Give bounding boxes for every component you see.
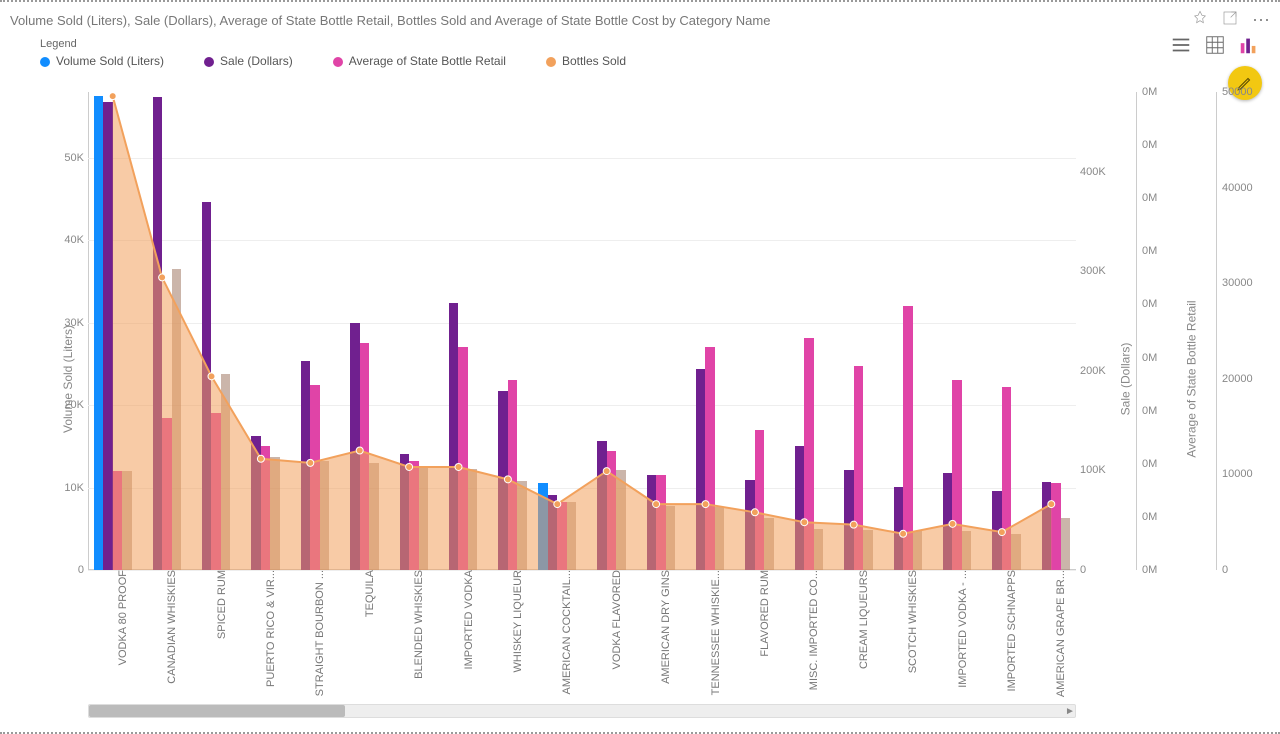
legend-swatch — [546, 57, 556, 67]
scrollbar-thumb[interactable] — [89, 705, 345, 717]
ytick-sale: 400K — [1080, 166, 1122, 178]
legend-item[interactable]: Average of State Bottle Retail — [333, 54, 506, 68]
y-axis-retail-tick: 40000 — [1222, 182, 1253, 194]
ytick-left: 50K — [50, 152, 84, 164]
legend-label: Average of State Bottle Retail — [349, 54, 506, 68]
x-tick-label: VODKA 80 PROOF — [117, 570, 129, 665]
ytick-sale: 0 — [1080, 564, 1122, 576]
ytick-left: 30K — [50, 317, 84, 329]
visual-container: Volume Sold (Liters), Sale (Dollars), Av… — [0, 0, 1280, 734]
x-tick-label: TENNESSEE WHISKIE... — [710, 570, 722, 695]
more-icon[interactable]: ⋯ — [1252, 15, 1270, 25]
y-axis-r2-tick: 0M — [1142, 192, 1157, 204]
x-tick-label: IMPORTED VODKA - ... — [957, 570, 969, 688]
legend-label: Bottles Sold — [562, 54, 626, 68]
y-axis-r2-tick: 0M — [1142, 298, 1157, 310]
ytick-left: 20K — [50, 399, 84, 411]
x-tick-label: IMPORTED VODKA — [463, 570, 475, 669]
chart-area: 010K20K30K40K50K0100K200K300K400K VODKA … — [88, 92, 1076, 570]
legend-item[interactable]: Volume Sold (Liters) — [40, 54, 164, 68]
x-tick-label: SCOTCH WHISKIES — [907, 570, 919, 673]
legend-swatch — [204, 57, 214, 67]
x-tick-label: AMERICAN DRY GINS — [660, 570, 672, 684]
scroll-right-icon[interactable]: ► — [1064, 705, 1076, 717]
y-axis-retail-tick: 50000 — [1222, 86, 1253, 98]
pin-icon[interactable] — [1192, 10, 1208, 31]
chart-view-icon[interactable] — [1236, 32, 1262, 58]
y-axis-r2-tick: 0M — [1142, 245, 1157, 257]
legend-label: Volume Sold (Liters) — [56, 54, 164, 68]
view-toolbar — [1168, 32, 1262, 58]
legend-item[interactable]: Bottles Sold — [546, 54, 626, 68]
ytick-left: 40K — [50, 234, 84, 246]
legend-swatch — [40, 57, 50, 67]
ytick-left: 10K — [50, 482, 84, 494]
y-axis-label-left: Volume Sold (Liters) — [61, 325, 75, 433]
y-axis-r2-tick: 0M — [1142, 139, 1157, 151]
list-view-icon[interactable] — [1168, 32, 1194, 58]
y-axis-r2-tick: 0M — [1142, 86, 1157, 98]
y-axis-retail-tick: 0 — [1222, 564, 1228, 576]
legend-title: Legend — [40, 38, 1280, 50]
x-tick-label: MISC. IMPORTED CO... — [808, 570, 820, 690]
horizontal-scrollbar[interactable]: ◄ ► — [88, 704, 1076, 718]
legend-label: Sale (Dollars) — [220, 54, 293, 68]
grid-view-icon[interactable] — [1202, 32, 1228, 58]
legend-item[interactable]: Sale (Dollars) — [204, 54, 293, 68]
y-axis-r2-tick: 0M — [1142, 564, 1157, 576]
x-tick-label: CANADIAN WHISKIES — [166, 570, 178, 684]
title-icons: ⋯ — [1192, 10, 1270, 31]
y-axis-retail-axis-line — [1216, 92, 1217, 570]
y-axis-label-right2: Average of State Bottle Retail — [1184, 300, 1198, 457]
x-tick-label: STRAIGHT BOURBON ... — [314, 570, 326, 696]
y-axis-retail-tick: 20000 — [1222, 373, 1253, 385]
x-tick-label: AMERICAN COCKTAIL... — [561, 570, 573, 694]
y-axis-retail-tick: 10000 — [1222, 468, 1253, 480]
chart-title: Volume Sold (Liters), Sale (Dollars), Av… — [10, 13, 1192, 28]
title-bar: Volume Sold (Liters), Sale (Dollars), Av… — [0, 2, 1280, 34]
x-tick-label: BLENDED WHISKIES — [413, 570, 425, 679]
legend-swatch — [333, 57, 343, 67]
y-axis-r2-axis-line — [1136, 92, 1137, 570]
y-axis-r2-tick: 0M — [1142, 352, 1157, 364]
x-tick-label: VODKA FLAVORED — [611, 570, 623, 669]
ytick-left: 0 — [50, 564, 84, 576]
y-axis-r2-tick: 0M — [1142, 458, 1157, 470]
ytick-sale: 200K — [1080, 365, 1122, 377]
y-axis-r2-tick: 0M — [1142, 511, 1157, 523]
y-axis-r2-tick: 0M — [1142, 405, 1157, 417]
gridline — [88, 570, 1076, 571]
ytick-sale: 100K — [1080, 464, 1122, 476]
legend: Legend Volume Sold (Liters) Sale (Dollars… — [0, 34, 1280, 68]
x-tick-label: CREAM LIQUEURS — [858, 570, 870, 669]
focus-icon[interactable] — [1222, 10, 1238, 31]
x-tick-label: SPICED RUM — [216, 570, 228, 639]
x-tick-label: FLAVORED RUM — [759, 570, 771, 657]
ytick-sale: 300K — [1080, 265, 1122, 277]
plot-area: Volume Sold (Liters) Sale (Dollars) Aver… — [0, 92, 1280, 720]
y-axis-retail-tick: 30000 — [1222, 277, 1253, 289]
x-tick-label: WHISKEY LIQUEUR — [512, 570, 524, 673]
y-axis-label-right1: Sale (Dollars) — [1119, 343, 1133, 416]
x-tick-label: IMPORTED SCHNAPPS — [1006, 570, 1018, 691]
x-tick-label: AMERICAN GRAPE BR... — [1055, 570, 1067, 697]
x-tick-label: TEQUILA — [364, 570, 376, 617]
x-tick-label: PUERTO RICO & VIR... — [265, 570, 277, 687]
